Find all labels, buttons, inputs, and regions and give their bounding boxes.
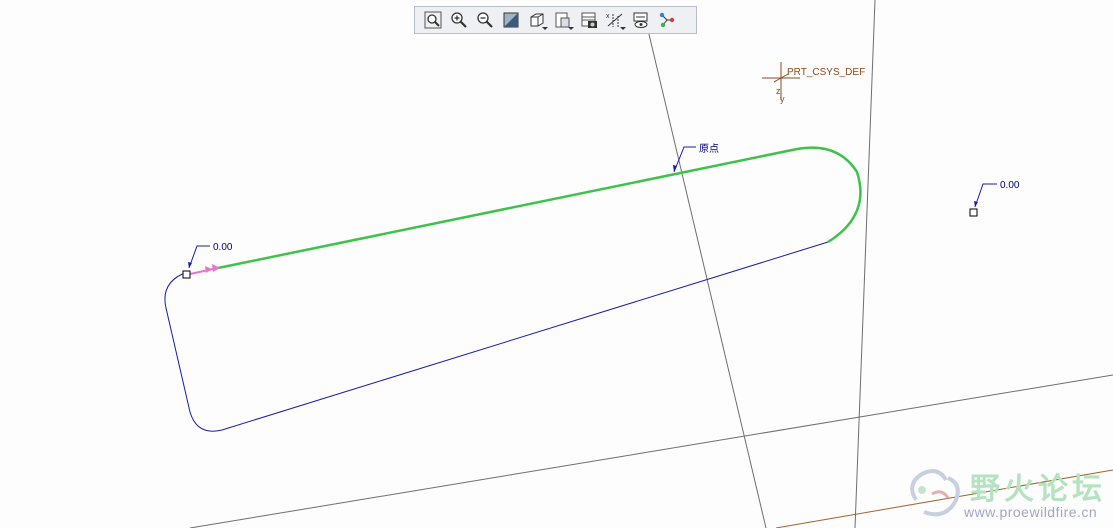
- leader-arrow: [673, 165, 677, 172]
- chevron-down-icon: [620, 27, 626, 30]
- leader-arrow: [974, 201, 978, 207]
- graphics-window[interactable]: PRT_CSYS_DEF z y 原点 0.00 0.00 x 野火论坛 www…: [0, 0, 1113, 528]
- reorient-button[interactable]: [498, 8, 524, 32]
- model-canvas[interactable]: PRT_CSYS_DEF z y 原点 0.00 0.00: [0, 0, 1113, 528]
- annotation-display-button[interactable]: [628, 8, 654, 32]
- watermark-url: www.proewildfire.cn: [964, 504, 1098, 520]
- view-manager-icon: [581, 12, 597, 28]
- watermark-title: 野火论坛: [970, 472, 1106, 507]
- display-style-button[interactable]: [524, 8, 550, 32]
- zoom-out-icon: [477, 12, 493, 28]
- point-marker[interactable]: [969, 208, 978, 217]
- annotation-display-icon: [633, 12, 648, 28]
- saved-views-button[interactable]: [550, 8, 576, 32]
- value-leader: [188, 245, 210, 269]
- origin-label[interactable]: 原点: [699, 143, 719, 155]
- start-arrow-head: [212, 264, 220, 272]
- chevron-down-icon: [542, 27, 548, 30]
- csys-axis-y: y: [780, 94, 785, 104]
- view-manager-button[interactable]: [576, 8, 602, 32]
- zoom-in-icon: [451, 12, 467, 28]
- zoom-fit-button[interactable]: [420, 8, 446, 32]
- svg-text:x: x: [606, 13, 610, 20]
- value-leader: [974, 183, 997, 208]
- csys-label: PRT_CSYS_DEF: [787, 67, 865, 78]
- datum-plane-edge: [647, 29, 767, 528]
- datum-plane-edge: [854, 0, 876, 528]
- watermark-logo-icon: [910, 469, 960, 517]
- start-arrow-head-2: [205, 266, 212, 273]
- zoom-out-button[interactable]: [472, 8, 498, 32]
- datum-display-button[interactable]: x: [602, 8, 628, 32]
- selected-curve[interactable]: [217, 146, 862, 270]
- chevron-down-icon: [568, 27, 574, 30]
- sketch-curve[interactable]: [164, 241, 829, 432]
- reorient-icon: [503, 12, 519, 28]
- leader-arrow: [188, 262, 192, 268]
- view-toolbar: x: [414, 6, 697, 34]
- zoom-in-button[interactable]: [446, 8, 472, 32]
- point-value-label[interactable]: 0.00: [1000, 180, 1020, 191]
- csys-symbol[interactable]: PRT_CSYS_DEF z y: [762, 62, 865, 104]
- start-value-label[interactable]: 0.00: [213, 242, 233, 253]
- forum-watermark: 野火论坛 www.proewildfire.cn: [902, 458, 1113, 528]
- start-point-marker[interactable]: [182, 270, 191, 279]
- spin-center-icon: [659, 12, 675, 28]
- zoom-fit-icon: [424, 11, 442, 29]
- origin-leader: [673, 146, 696, 173]
- spin-center-button[interactable]: [654, 8, 680, 32]
